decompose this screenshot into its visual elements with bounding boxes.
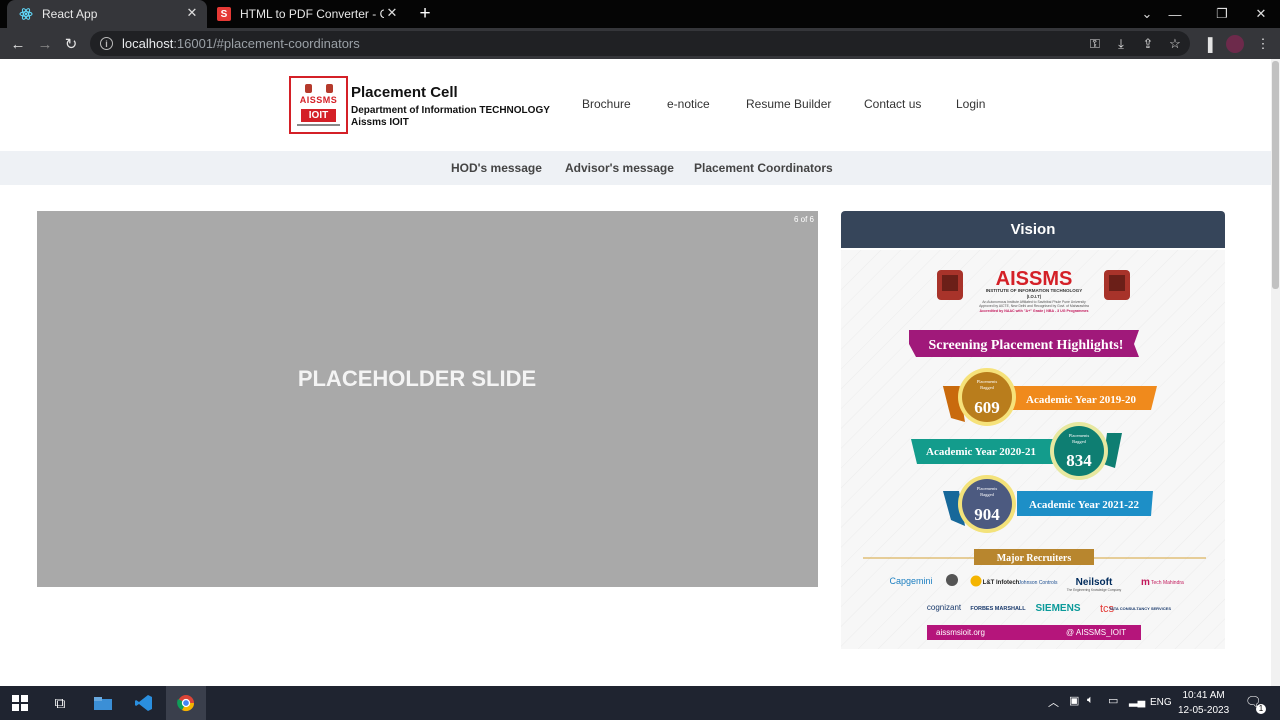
image-slider[interactable]: 6 of 6 PLACEHOLDER SLIDE <box>37 211 818 587</box>
poster-brand: AISSMS <box>996 268 1073 290</box>
notification-count: 1 <box>1256 704 1266 714</box>
slide-text: PLACEHOLDER SLIDE <box>297 366 537 391</box>
network-icon[interactable]: ▂▄ <box>1129 694 1145 707</box>
site-subtitle: Department of Information TECHNOLOGY Ais… <box>351 105 550 128</box>
svg-text:TATA CONSULTANCY SERVICES: TATA CONSULTANCY SERVICES <box>1109 606 1171 611</box>
nav-e-notice[interactable]: e-notice <box>667 97 710 111</box>
file-explorer-icon[interactable] <box>83 686 123 720</box>
poster-footer-handle: @ AISSMS_IOIT <box>1066 628 1126 637</box>
nav-contact-us[interactable]: Contact us <box>864 97 921 111</box>
svg-text:m: m <box>1141 577 1150 588</box>
vision-heading: Vision <box>841 211 1225 248</box>
address-bar[interactable]: i localhost:16001/#placement-coordinator… <box>90 31 1190 56</box>
svg-text:Bagged: Bagged <box>1072 439 1086 444</box>
back-icon[interactable]: ← <box>8 34 28 54</box>
crest-icon <box>305 84 333 93</box>
tab-title: React App <box>42 7 98 21</box>
svg-text:Bagged: Bagged <box>980 385 994 390</box>
close-icon[interactable]: ✕ <box>185 5 199 20</box>
right-crest-icon <box>1104 270 1130 300</box>
svg-text:Placements: Placements <box>977 486 998 491</box>
academic-year: Academic Year 2019-20 <box>1026 394 1136 406</box>
slide-counter: 6 of 6 <box>793 215 814 224</box>
nav-login[interactable]: Login <box>956 97 985 111</box>
site-header: AISSMS IOIT Placement Cell Department of… <box>0 59 1271 151</box>
nav-resume-builder[interactable]: Resume Builder <box>746 97 831 111</box>
tab-react-app[interactable]: React App ✕ <box>7 0 207 28</box>
windows-taskbar: ⧉ ︿ ▣ 🔈︎ ▭ ▂▄ ENG 10:41 AM 12-05-2023 🗨︎… <box>0 686 1280 720</box>
share-icon[interactable]: ⇪ <box>1139 35 1157 53</box>
menu-icon[interactable]: ⋮ <box>1254 35 1272 53</box>
placements-count: 904 <box>974 505 1000 524</box>
svg-text:Johnson Controls: Johnson Controls <box>1019 580 1058 586</box>
placement-poster: AISSMS INSTITUTE OF INFORMATION TECHNOLO… <box>841 250 1225 649</box>
star-icon[interactable]: ☆ <box>1166 35 1184 53</box>
language-indicator[interactable]: ENG <box>1150 697 1172 708</box>
tab-html-to-pdf[interactable]: S HTML to PDF Converter - Conver ✕ <box>207 0 407 28</box>
reload-icon[interactable]: ↻ <box>61 34 81 54</box>
install-icon[interactable]: ⤓ <box>1112 35 1130 53</box>
battery-icon[interactable]: ▭ <box>1108 694 1118 707</box>
poster-footer: aissmsioit.org <box>936 628 985 637</box>
college-logo[interactable]: AISSMS IOIT <box>289 76 348 134</box>
page-scrollbar[interactable] <box>1271 59 1280 686</box>
profile-avatar[interactable] <box>1226 35 1244 53</box>
tab-title: HTML to PDF Converter - Conver <box>240 7 384 21</box>
page-content: AISSMS IOIT Placement Cell Department of… <box>0 59 1271 686</box>
scrollbar-thumb[interactable] <box>1272 61 1279 289</box>
nav-brochure[interactable]: Brochure <box>582 97 631 111</box>
svg-text:L&T Infotech: L&T Infotech <box>983 580 1020 586</box>
placements-count: 609 <box>974 398 1000 417</box>
subnav-placement-coordinators[interactable]: Placement Coordinators <box>694 161 833 175</box>
svg-text:Placements: Placements <box>977 379 998 384</box>
react-icon <box>19 7 33 21</box>
logo-text: AISSMS <box>299 95 338 105</box>
task-view-icon[interactable]: ⧉ <box>40 686 80 720</box>
poster-affiliation-3: Accredited by NAAC with "A+" Grade | NBA… <box>979 309 1088 313</box>
url-text: localhost:16001/#placement-coordinators <box>122 36 360 51</box>
close-icon[interactable]: ✕ <box>385 5 399 20</box>
poster-affiliation-2: Approved by AICTE, New Delhi and Recogni… <box>979 304 1089 308</box>
svg-text:The Engineering Knowledge Comp: The Engineering Knowledge Company <box>1067 588 1122 592</box>
subnav-hod-message[interactable]: HOD's message <box>451 161 542 175</box>
sidepanel-icon[interactable]: ▐ <box>1199 35 1217 53</box>
meet-now-icon[interactable]: ▣ <box>1069 694 1079 707</box>
left-crest-icon <box>937 270 963 300</box>
maximize-icon[interactable]: ❐ <box>1205 0 1239 28</box>
poster-brand-abbr: (I.O.I.T) <box>1027 294 1042 299</box>
tray-chevron-icon[interactable]: ︿ <box>1048 694 1059 710</box>
svg-text:Neilsoft: Neilsoft <box>1076 577 1113 588</box>
forward-icon[interactable]: → <box>35 34 55 54</box>
svg-text:SIEMENS: SIEMENS <box>1035 603 1080 614</box>
s-icon: S <box>217 7 231 21</box>
academic-year: Academic Year 2020-21 <box>926 446 1036 458</box>
academic-year: Academic Year 2021-22 <box>1029 499 1139 511</box>
svg-text:Tech Mahindra: Tech Mahindra <box>1151 580 1184 586</box>
svg-text:Bagged: Bagged <box>980 492 994 497</box>
recruiters-title: Major Recruiters <box>997 553 1072 564</box>
svg-text:Placements: Placements <box>1069 433 1090 438</box>
volume-icon[interactable]: 🔈︎ <box>1087 694 1094 707</box>
close-window-icon[interactable]: ✕ <box>1244 0 1278 28</box>
browser-tab-bar: React App ✕ S HTML to PDF Converter - Co… <box>0 0 1280 28</box>
sub-navigation: HOD's message Advisor's message Placemen… <box>0 151 1271 185</box>
minimize-icon[interactable]: — <box>1158 0 1192 28</box>
placements-count: 834 <box>1066 451 1092 470</box>
vscode-icon[interactable] <box>124 686 164 720</box>
chrome-icon[interactable] <box>166 686 206 720</box>
site-title: Placement Cell <box>351 84 458 101</box>
windows-start-icon[interactable] <box>0 686 40 720</box>
subnav-advisor-message[interactable]: Advisor's message <box>565 161 674 175</box>
clock[interactable]: 10:41 AM 12-05-2023 <box>1178 688 1229 718</box>
svg-text:Capgemini: Capgemini <box>889 576 932 586</box>
key-icon[interactable]: ⚿ <box>1086 35 1104 53</box>
new-tab-icon[interactable]: + <box>415 3 435 25</box>
logo-sub: IOIT <box>301 109 336 122</box>
poster-banner: Screening Placement Highlights! <box>929 338 1124 353</box>
svg-text:cognizant: cognizant <box>927 603 962 612</box>
svg-text:FORBES MARSHALL: FORBES MARSHALL <box>970 606 1026 612</box>
info-icon[interactable]: i <box>100 37 113 50</box>
browser-toolbar: ← → ↻ i localhost:16001/#placement-coord… <box>0 28 1280 59</box>
poster-brand-sub: INSTITUTE OF INFORMATION TECHNOLOGY <box>986 288 1082 293</box>
